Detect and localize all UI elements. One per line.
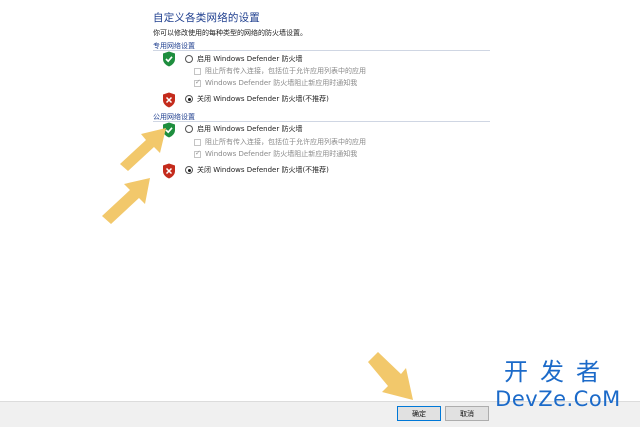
public-disable-radio[interactable] [185,166,193,174]
private-disable-radio[interactable] [185,95,193,103]
private-disable-label: 关闭 Windows Defender 防火墙(不推荐) [197,95,329,103]
shield-check-green-icon [163,51,175,67]
private-block-all-label: 阻止所有传入连接，包括位于允许应用列表中的应用 [205,67,366,75]
public-notify-checkbox[interactable] [194,149,201,158]
public-block-all-checkbox[interactable] [194,138,201,146]
private-notify-checkbox[interactable] [194,78,201,87]
page-description: 你可以修改使用的每种类型的网络的防火墙设置。 [153,29,307,37]
public-block-all-label: 阻止所有传入连接，包括位于允许应用列表中的应用 [205,138,366,146]
shield-x-red-icon [163,92,175,108]
annotation-arrow-icon [368,352,413,400]
private-block-all-checkbox[interactable] [194,67,201,75]
private-section-divider [153,50,490,51]
public-notify-option[interactable]: Windows Defender 防火墙阻止新应用时通知我 [194,149,357,159]
page-title: 自定义各类网络的设置 [153,12,260,24]
watermark-line1: 开发者 [504,358,612,386]
public-disable-label: 关闭 Windows Defender 防火墙(不推荐) [197,166,329,174]
private-notify-option[interactable]: Windows Defender 防火墙阻止新应用时通知我 [194,78,357,88]
public-disable-option[interactable]: 关闭 Windows Defender 防火墙(不推荐) [185,165,329,175]
private-disable-option[interactable]: 关闭 Windows Defender 防火墙(不推荐) [185,94,329,104]
watermark-logo: 开发者 DevZe.CoM [478,358,638,412]
private-enable-option[interactable]: 启用 Windows Defender 防火墙 [185,54,302,64]
public-enable-option[interactable]: 启用 Windows Defender 防火墙 [185,124,302,134]
public-enable-radio[interactable] [185,125,193,133]
private-enable-radio[interactable] [185,55,193,63]
public-block-all-option[interactable]: 阻止所有传入连接，包括位于允许应用列表中的应用 [194,137,366,147]
public-notify-label: Windows Defender 防火墙阻止新应用时通知我 [205,150,358,158]
public-section-divider [153,121,490,122]
annotation-arrow-icon [102,178,150,224]
private-enable-label: 启用 Windows Defender 防火墙 [197,55,303,63]
ok-button[interactable]: 确定 [397,406,441,421]
private-block-all-option[interactable]: 阻止所有传入连接，包括位于允许应用列表中的应用 [194,66,366,76]
watermark-line2: DevZe.CoM [495,387,621,411]
public-enable-label: 启用 Windows Defender 防火墙 [197,125,303,133]
private-notify-label: Windows Defender 防火墙阻止新应用时通知我 [205,79,358,87]
annotation-arrow-icon [120,128,166,171]
